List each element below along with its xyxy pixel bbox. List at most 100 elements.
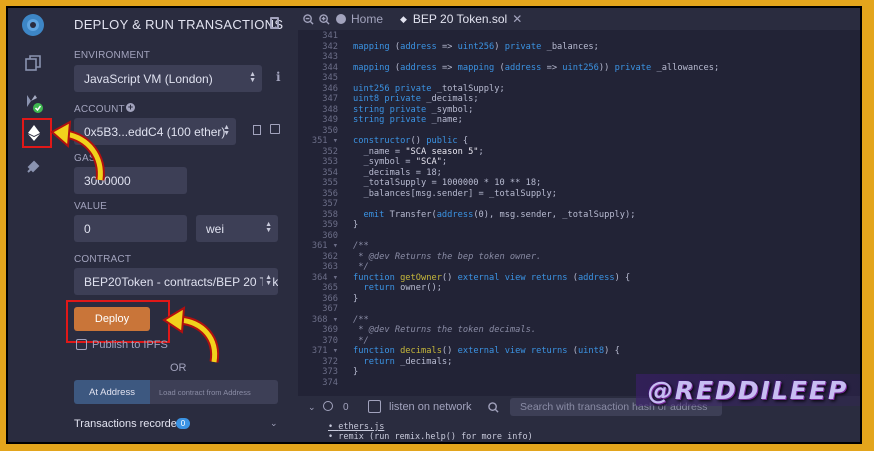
- line-number: 356: [322, 188, 338, 199]
- code-line[interactable]: }: [353, 294, 358, 304]
- line-number: 358: [322, 209, 338, 220]
- line-number: 373: [322, 367, 338, 377]
- code-editor[interactable]: 341 342 mapping (address => uint256) priva…: [298, 30, 860, 400]
- line-number: 369: [322, 325, 338, 335]
- line-number: 361 ▾: [311, 241, 338, 251]
- collapse-terminal-icon[interactable]: ⌄: [308, 402, 316, 413]
- code-line[interactable]: /**: [353, 241, 369, 251]
- line-number: 359: [322, 220, 338, 230]
- code-line[interactable]: }: [353, 220, 358, 230]
- code-line[interactable]: mapping (address => uint256) private _ba…: [353, 42, 599, 52]
- line-number: 347: [322, 94, 338, 104]
- select-arrows-icon: ▲ ▼: [223, 124, 230, 137]
- listen-network-checkbox[interactable]: [368, 400, 381, 413]
- terminal-line-ethers[interactable]: • ethers.js: [328, 422, 384, 432]
- code-line[interactable]: /**: [353, 315, 369, 325]
- edit-icon[interactable]: [270, 124, 280, 134]
- watermark-banner: @REDDILEEP: [636, 374, 860, 406]
- remix-logo-icon[interactable]: [18, 10, 48, 40]
- line-number: 366: [322, 293, 338, 304]
- line-number: 343: [322, 52, 338, 62]
- unit-select[interactable]: wei ▲ ▼: [196, 215, 278, 242]
- search-icon: [488, 400, 499, 418]
- transactions-recorded-label[interactable]: Transactions recorded: [74, 418, 183, 430]
- copy-icon[interactable]: [253, 125, 261, 135]
- close-tab-icon[interactable]: ✕: [512, 12, 522, 26]
- tab-home[interactable]: Home: [336, 8, 383, 30]
- code-line[interactable]: function getOwner() external view return…: [353, 273, 630, 283]
- code-line[interactable]: }: [353, 367, 358, 377]
- code-line[interactable]: _name = "SCA season 5";: [353, 147, 483, 157]
- code-line[interactable]: _symbol = "SCA";: [353, 157, 447, 167]
- environment-select[interactable]: JavaScript VM (London) ▲ ▼: [74, 65, 262, 92]
- code-line[interactable]: constructor() public {: [353, 136, 468, 146]
- code-line[interactable]: emit Transfer(address(0), msg.sender, _t…: [353, 210, 635, 220]
- code-line[interactable]: function decimals() external view return…: [353, 346, 620, 356]
- contract-value: BEP20Token - contracts/BEP 20 Token: [84, 274, 278, 289]
- code-line[interactable]: string private _symbol;: [353, 105, 473, 115]
- docs-icon[interactable]: [270, 17, 279, 29]
- line-number: 353: [322, 157, 338, 167]
- select-arrows-icon: ▲ ▼: [249, 71, 256, 84]
- line-number: 348: [322, 104, 338, 115]
- listen-network-label: listen on network: [389, 401, 472, 413]
- line-number: 367: [322, 304, 338, 314]
- editor-tabs: Home ◆ BEP 20 Token.sol ✕: [298, 8, 860, 30]
- account-label: ACCOUNT: [74, 104, 125, 115]
- environment-value: JavaScript VM (London): [84, 71, 213, 86]
- line-number: 351 ▾: [311, 136, 338, 146]
- code-line[interactable]: * @dev Returns the token decimals.: [353, 325, 536, 335]
- chevron-down-icon[interactable]: ⌄: [270, 418, 278, 429]
- code-line[interactable]: return owner();: [353, 283, 441, 293]
- code-line[interactable]: */: [353, 262, 368, 272]
- terminal-line-remix: • remix (run remix.help() for more info): [328, 432, 533, 442]
- line-number: 341: [322, 31, 338, 41]
- arrow-to-deploy-icon: [50, 120, 105, 181]
- line-number: 372: [322, 356, 338, 367]
- deploy-run-panel: DEPLOY & RUN TRANSACTIONS ENVIRONMENT Ja…: [58, 8, 298, 442]
- pending-tx-count: 0: [343, 402, 349, 413]
- line-number: 357: [322, 199, 338, 209]
- zoom-out-icon[interactable]: [303, 8, 314, 30]
- clear-console-icon[interactable]: [323, 401, 333, 411]
- publish-ipfs-checkbox[interactable]: [76, 339, 87, 350]
- plugin-manager-icon[interactable]: [18, 152, 48, 182]
- code-line[interactable]: uint8 private _decimals;: [353, 94, 479, 104]
- solidity-compiler-icon[interactable]: [18, 88, 48, 118]
- remix-ide-window: DEPLOY & RUN TRANSACTIONS ENVIRONMENT Ja…: [6, 6, 862, 444]
- terminal-line-ethers-text: ethers.js: [338, 422, 385, 432]
- code-line[interactable]: mapping (address => mapping (address => …: [353, 63, 719, 73]
- code-line[interactable]: _decimals = 18;: [353, 168, 441, 178]
- code-line[interactable]: uint256 private _totalSupply;: [353, 84, 505, 94]
- unit-value: wei: [206, 221, 225, 236]
- tab-home-label: Home: [351, 12, 384, 26]
- line-number: 354: [322, 167, 338, 178]
- load-contract-address-input[interactable]: Load contract from Address: [150, 380, 278, 404]
- solidity-file-icon: ◆: [400, 13, 407, 24]
- select-arrows-icon: ▲ ▼: [263, 274, 272, 287]
- line-number: 374: [322, 377, 338, 388]
- code-line[interactable]: return _decimals;: [353, 357, 452, 367]
- line-number: 370: [322, 335, 338, 346]
- zoom-in-icon[interactable]: [319, 8, 330, 30]
- code-line[interactable]: _balances[msg.sender] = _totalSupply;: [353, 189, 557, 199]
- info-icon[interactable]: i: [276, 70, 281, 84]
- tab-bep20-token[interactable]: ◆ BEP 20 Token.sol ✕: [400, 8, 522, 30]
- contract-select[interactable]: BEP20Token - contracts/BEP 20 Token ▲ ▼: [74, 268, 278, 295]
- icon-panel: [8, 8, 58, 442]
- line-number: 345: [322, 73, 338, 83]
- line-number: 368 ▾: [311, 314, 338, 325]
- code-line[interactable]: string private _name;: [353, 115, 463, 125]
- code-line[interactable]: */: [353, 336, 368, 346]
- code-line[interactable]: _totalSupply = 1000000 * 10 ** 18;: [353, 178, 541, 188]
- code-line[interactable]: * @dev Returns the bep token owner.: [353, 252, 541, 262]
- value-input[interactable]: 0: [74, 215, 187, 242]
- arrow-to-deploy-button-icon: [162, 306, 220, 363]
- home-icon: [336, 14, 346, 24]
- line-number: 352: [322, 146, 338, 157]
- at-address-button[interactable]: At Address: [74, 380, 150, 404]
- add-account-icon[interactable]: +: [126, 103, 135, 112]
- line-number: 360: [322, 230, 338, 241]
- deploy-button[interactable]: Deploy: [74, 307, 150, 331]
- file-explorer-icon[interactable]: [18, 48, 48, 78]
